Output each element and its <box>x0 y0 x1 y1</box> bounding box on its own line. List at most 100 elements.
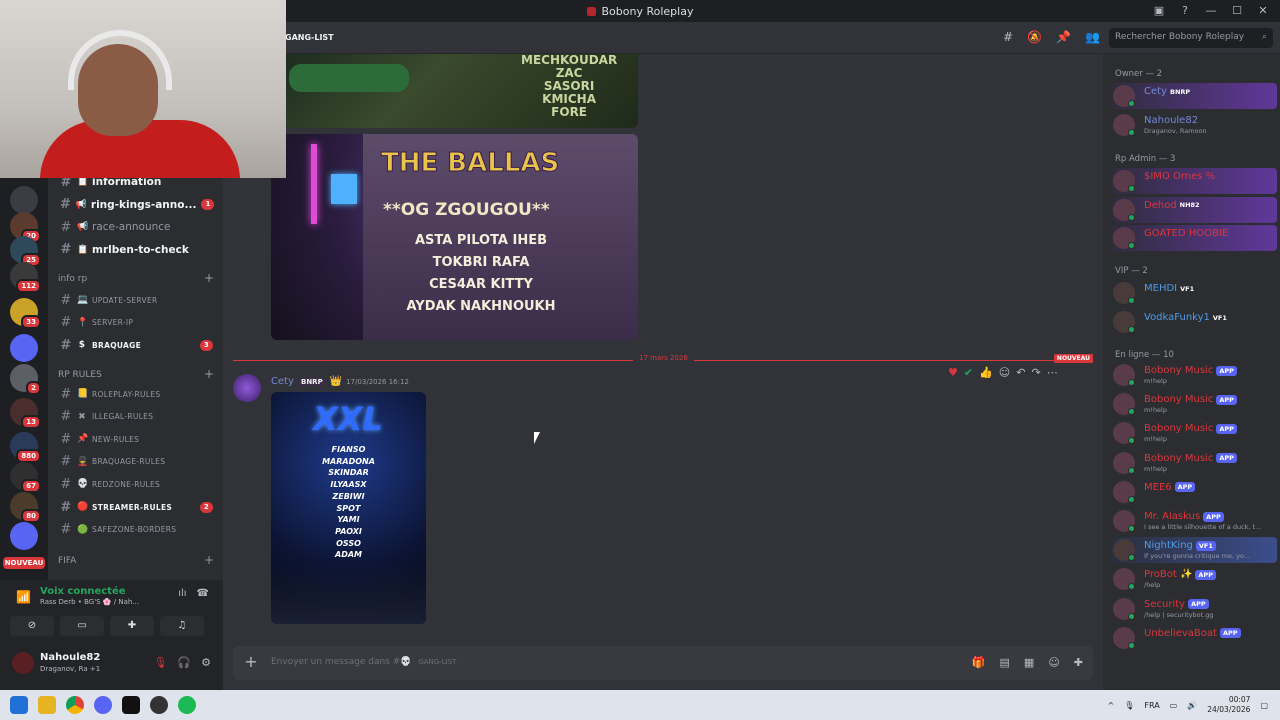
pin-icon[interactable]: 📌 <box>1056 30 1071 44</box>
attachment-image[interactable]: MECHKOUDAR ZAC SASORI KMICHA FORE <box>271 54 638 128</box>
voice-status[interactable]: Voix connectée <box>40 586 126 597</box>
member-item[interactable]: Bobony Music APP m!help <box>1111 391 1277 417</box>
threads-icon[interactable]: # <box>1003 30 1013 44</box>
category-rp-rules[interactable]: RP RULES + <box>58 368 218 380</box>
member-item[interactable]: NightKing VF1 If you're gonna critique me,… <box>1111 537 1277 564</box>
member-item[interactable]: Security APP/help | securitybot.gg <box>1111 596 1277 622</box>
microphone-icon[interactable]: 🎙 <box>1124 701 1134 710</box>
mute-icon[interactable]: 🎙 <box>153 656 167 669</box>
server-icon[interactable] <box>10 334 38 362</box>
member-item[interactable]: Bobony Music APP m!help <box>1111 420 1277 446</box>
add-channel-icon[interactable]: + <box>204 272 214 284</box>
member-item[interactable]: MEE6 APP <box>1111 479 1277 505</box>
server-icon[interactable]: 25 <box>10 236 41 267</box>
channel-new-rules[interactable]: # 📌 NEW-RULES <box>54 429 219 449</box>
thumbs-up-reaction-icon[interactable]: 👍 <box>979 366 993 380</box>
forward-icon[interactable]: ↷ <box>1031 366 1040 380</box>
server-icon[interactable]: 13 <box>10 398 41 429</box>
channel-mrlben-to-check[interactable]: # 📋 mrlben-to-check <box>54 240 219 260</box>
author-name[interactable]: Cety <box>271 376 294 387</box>
add-reaction-icon[interactable]: ☺ <box>999 366 1010 380</box>
noise-suppression-icon[interactable]: ılı <box>178 588 186 599</box>
tray-chevron-icon[interactable]: ^ <box>1108 701 1115 710</box>
channel-braquage[interactable]: # $ BRAQUAGE 3 <box>54 335 219 355</box>
members-icon[interactable]: 👥 <box>1085 30 1100 44</box>
message-input[interactable]: + Envoyer un message dans #💀 GANG-LIST 🎁… <box>233 646 1093 680</box>
spotify-icon[interactable] <box>178 696 196 714</box>
channel-update-server[interactable]: # 💻 UPDATE-SERVER <box>54 290 219 310</box>
search-input[interactable]: Rechercher Bobony Roleplay ⌕ <box>1109 28 1273 48</box>
member-item[interactable]: MEHDI VF1 <box>1111 280 1277 306</box>
gift-icon[interactable]: 🎁 <box>972 656 986 669</box>
soundboard-button[interactable]: ♫ <box>160 616 204 636</box>
windows-start-icon[interactable] <box>10 696 28 714</box>
channel-ring-kings-anno[interactable]: # 📢 ring-kings-anno... 1 <box>54 195 219 215</box>
member-item[interactable]: Nahoule82 Draganov, Ramoon <box>1111 112 1277 138</box>
channel-illegal-rules[interactable]: # ✖ ILLEGAL-RULES <box>54 407 219 427</box>
member-item[interactable]: Bobony Music APP m!help <box>1111 362 1277 388</box>
attachment-image[interactable]: THE BALLAS **OG ZGOUGOU** ASTA PILOTA IH… <box>271 134 638 340</box>
close-button[interactable]: ✕ <box>1256 4 1270 18</box>
inbox-icon[interactable]: ▣ <box>1152 4 1166 18</box>
volume-icon[interactable]: 🔊 <box>1187 701 1197 710</box>
channel-streamer-rules[interactable]: # 🔴 STREAMER-RULES 2 <box>54 497 219 517</box>
maximize-button[interactable]: ☐ <box>1230 4 1244 18</box>
voice-channel[interactable]: Rass Derb • BG'S 🌸 / Nah... <box>40 598 139 606</box>
server-icon[interactable] <box>10 522 38 550</box>
check-reaction-icon[interactable]: ✔ <box>964 366 973 380</box>
server-icon[interactable] <box>10 186 38 214</box>
gear-icon[interactable]: ⚙ <box>201 656 211 669</box>
attach-button[interactable]: + <box>241 652 261 672</box>
add-channel-icon[interactable]: + <box>204 554 214 566</box>
file-explorer-icon[interactable] <box>38 696 56 714</box>
activities-button[interactable]: ✚ <box>110 616 154 636</box>
chrome-icon[interactable] <box>66 696 84 714</box>
server-icon[interactable]: 112 <box>10 262 41 293</box>
channel-braquage-rules[interactable]: # 💂 BRAQUAGE-RULES <box>54 452 219 472</box>
server-icon[interactable]: 67 <box>10 462 41 493</box>
member-item[interactable]: Dehod NH82 <box>1111 196 1277 223</box>
channel-race-announce[interactable]: # 📢 race-announce <box>54 217 219 237</box>
category-fifa[interactable]: FIFA + <box>58 554 218 566</box>
sticker-icon[interactable]: ▦ <box>1024 656 1034 669</box>
avatar[interactable] <box>233 374 261 402</box>
channel-server-ip[interactable]: # 📍 SERVER-IP <box>54 313 219 333</box>
channel-redzone-rules[interactable]: # 💀 REDZONE-RULES <box>54 474 219 494</box>
clock[interactable]: 00:07 24/03/2026 <box>1207 695 1250 715</box>
language-indicator[interactable]: FRA <box>1144 701 1159 710</box>
member-item[interactable]: Cety BNRP <box>1111 83 1277 109</box>
reply-icon[interactable]: ↶ <box>1016 366 1025 380</box>
member-item[interactable]: VodkaFunky1 VF1 <box>1111 309 1277 335</box>
member-item[interactable]: UnbelievaBoat APP <box>1111 625 1277 651</box>
member-item[interactable]: Mr. Alaskus APP I see a little silhouette … <box>1111 508 1277 534</box>
member-item[interactable]: $IMO Ornes % <box>1111 168 1277 194</box>
discord-icon[interactable] <box>94 696 112 714</box>
camera-button[interactable]: ⊘ <box>10 616 54 636</box>
server-icon[interactable]: 80 <box>10 492 41 523</box>
user-name[interactable]: Nahoule82 <box>40 652 100 663</box>
member-item[interactable]: ProBot ✨ APP/help <box>1111 566 1277 592</box>
server-icon[interactable]: 33 <box>10 298 41 329</box>
notifications-icon[interactable]: 🔕 <box>1027 30 1042 44</box>
avatar[interactable] <box>12 652 34 674</box>
add-channel-icon[interactable]: + <box>204 368 214 380</box>
capcut-icon[interactable] <box>122 696 140 714</box>
channel-safezone-borders[interactable]: # 🟢 SAFEZONE-BORDERS <box>54 520 219 540</box>
notifications-icon[interactable]: ▢ <box>1260 701 1268 710</box>
emoji-icon[interactable]: ☺ <box>1048 656 1059 669</box>
more-icon[interactable]: ⋯ <box>1047 366 1058 380</box>
screen-share-button[interactable]: ▭ <box>60 616 104 636</box>
apps-icon[interactable]: ✚ <box>1074 656 1083 669</box>
obs-icon[interactable] <box>150 696 168 714</box>
server-icon[interactable]: 2 <box>10 364 41 395</box>
minimize-button[interactable]: — <box>1204 4 1218 18</box>
attachment-image[interactable]: XXL FIANSO MARADONA SKINDAR ILYAASX ZEBIWI SP… <box>271 392 426 624</box>
disconnect-icon[interactable]: ☎ <box>197 588 209 599</box>
heart-reaction-icon[interactable]: ♥ <box>948 366 958 380</box>
network-icon[interactable]: ▭ <box>1170 701 1178 710</box>
member-item[interactable]: GOATED HOOBIE <box>1111 225 1277 251</box>
gif-icon[interactable]: ▤ <box>1000 656 1010 669</box>
deafen-icon[interactable]: 🎧 <box>177 656 191 669</box>
category-info-rp[interactable]: info rp + <box>58 272 218 284</box>
help-icon[interactable]: ? <box>1178 4 1192 18</box>
